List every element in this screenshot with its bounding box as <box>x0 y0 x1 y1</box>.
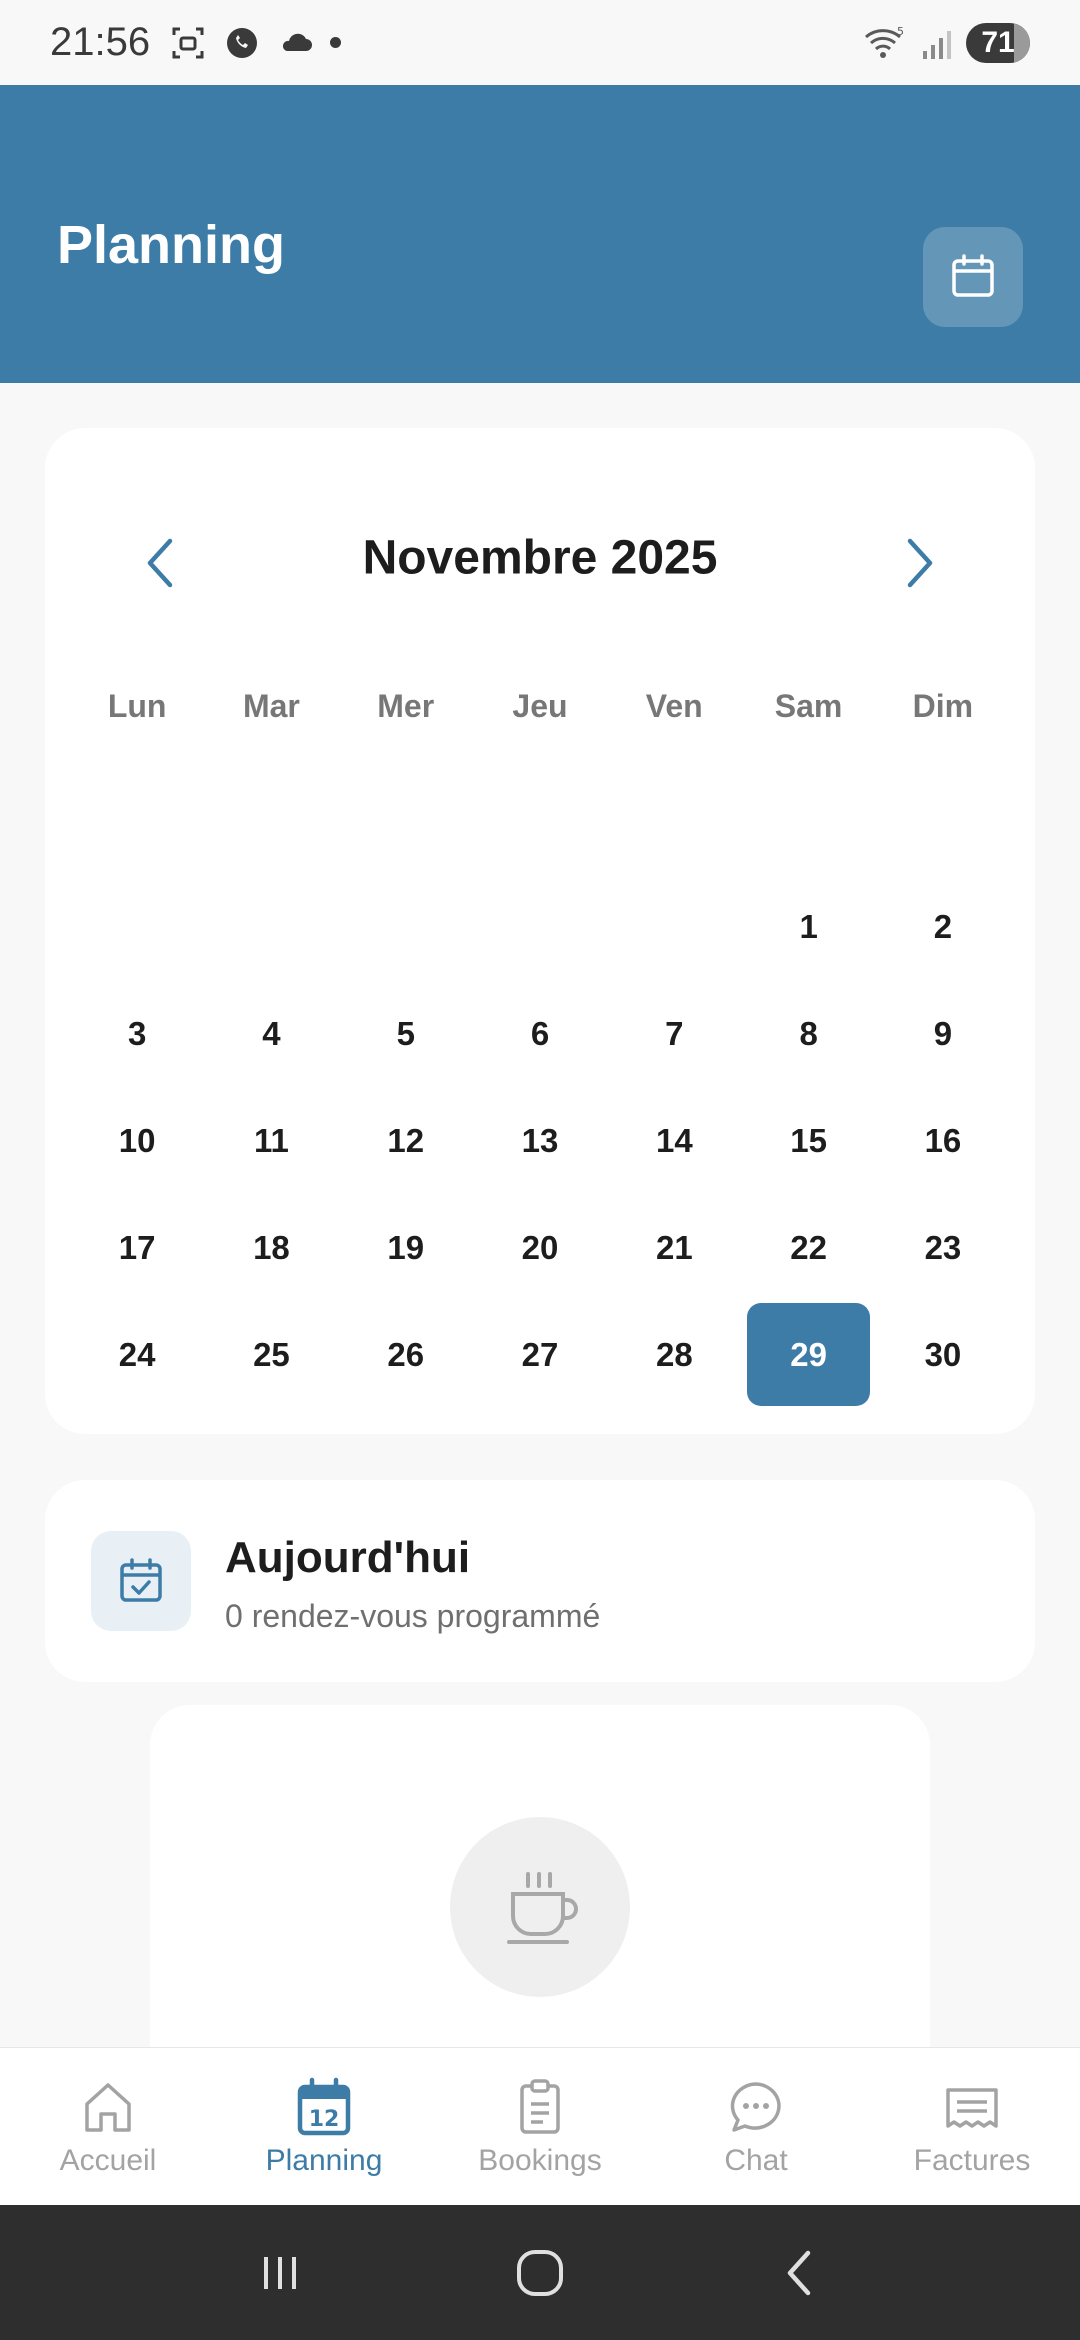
home-button[interactable] <box>500 2233 580 2313</box>
calendar-day[interactable]: 30 <box>882 1303 1004 1406</box>
calendar-day[interactable]: 27 <box>479 1303 601 1406</box>
weekday-label: Dim <box>912 688 974 724</box>
weekday-header: Lun Mar Mer Jeu Ven Sam Dim <box>70 688 1010 725</box>
svg-text:5: 5 <box>897 25 904 38</box>
coffee-cup-icon <box>507 1872 578 1944</box>
app-header: Planning <box>0 85 1080 383</box>
empty-state-illustration <box>450 1817 630 1997</box>
today-appointments-count: 0 rendez-vous programmé <box>225 1598 601 1634</box>
recent-apps-icon <box>264 2256 296 2289</box>
calendar-day-selected[interactable]: 29 <box>747 1303 870 1406</box>
weekday-label: Mer <box>377 688 435 724</box>
weekday-label: Sam <box>774 688 843 724</box>
today-title: Aujourd'hui <box>225 1533 471 1582</box>
cloud-icon <box>283 33 313 51</box>
back-chevron-icon <box>787 2250 811 2295</box>
page-title: Planning <box>57 215 285 275</box>
status-system-icons: 5 71 <box>862 22 1030 63</box>
status-time: 21:56 <box>50 20 151 64</box>
calendar-day[interactable]: 1 <box>747 875 869 978</box>
calendar-day[interactable]: 25 <box>210 1303 332 1406</box>
weekday-label: Ven <box>645 688 703 724</box>
calendar-day[interactable]: 10 <box>76 1089 198 1192</box>
today-summary-card: Aujourd'hui 0 rendez-vous programmé <box>45 1480 1035 1682</box>
empty-state-card <box>150 1705 930 2105</box>
calendar-day[interactable]: 6 <box>479 982 601 1085</box>
recent-apps-button[interactable] <box>240 2233 320 2313</box>
bottom-navigation: Accueil 12 Planning Bookings Chat Factur… <box>0 2047 1080 2205</box>
chevron-right-icon <box>907 538 933 588</box>
calendar-day[interactable]: 8 <box>747 982 869 1085</box>
calendar-day[interactable]: 24 <box>76 1303 198 1406</box>
home-icon <box>85 2082 131 2132</box>
month-navigation: Novembre 2025 <box>45 508 1035 608</box>
calendar-day[interactable]: 26 <box>345 1303 467 1406</box>
calendar-day[interactable]: 14 <box>613 1089 735 1192</box>
nav-item-planning[interactable]: 12 Planning <box>216 2048 432 2205</box>
calendar-12-icon: 12 <box>297 2077 351 2135</box>
screenshot-icon <box>172 27 204 58</box>
calendar-day[interactable]: 20 <box>479 1196 601 1299</box>
calendar-day[interactable]: 12 <box>345 1089 467 1192</box>
days-grid: 1 2 3 4 5 6 7 8 9 10 11 12 13 14 15 16 1… <box>70 873 1010 1408</box>
weekday-label: Lun <box>107 688 167 724</box>
clipboard-icon <box>520 2078 560 2134</box>
calendar-day[interactable]: 19 <box>345 1196 467 1299</box>
svg-text:12: 12 <box>309 2107 340 2132</box>
weekday-label: Mar <box>242 688 300 724</box>
nav-label: Planning <box>265 2143 383 2177</box>
notification-dot-icon <box>330 37 342 48</box>
weekday-label: Jeu <box>512 688 568 724</box>
calendar-day[interactable]: 16 <box>882 1089 1004 1192</box>
status-bar: 21:56 5 71 <box>0 0 1080 85</box>
nav-item-bookings[interactable]: Bookings <box>432 2048 648 2205</box>
calendar-day[interactable]: 13 <box>479 1089 601 1192</box>
calendar-button[interactable] <box>923 227 1023 327</box>
nav-label: Bookings <box>478 2143 602 2177</box>
back-button[interactable] <box>760 2233 840 2313</box>
calendar-icon <box>952 254 994 297</box>
today-icon-box <box>91 1531 191 1631</box>
system-navigation-bar <box>0 2205 1080 2340</box>
whatsapp-icon <box>227 27 258 58</box>
wifi-icon: 5 <box>865 25 904 58</box>
next-month-button[interactable] <box>890 533 950 593</box>
home-circle-icon <box>517 2249 563 2296</box>
nav-label: Factures <box>913 2143 1031 2177</box>
nav-item-factures[interactable]: Factures <box>864 2048 1080 2205</box>
calendar-day[interactable]: 5 <box>345 982 467 1085</box>
calendar-card: Novembre 2025 Lun Mar Mer Jeu Ven Sam Di… <box>45 428 1035 1434</box>
calendar-day[interactable]: 28 <box>613 1303 735 1406</box>
calendar-day[interactable]: 23 <box>882 1196 1004 1299</box>
calendar-day[interactable]: 7 <box>613 982 735 1085</box>
nav-label: Chat <box>724 2143 788 2177</box>
receipt-icon <box>946 2087 998 2128</box>
nav-item-chat[interactable]: Chat <box>648 2048 864 2205</box>
chat-bubble-icon <box>730 2081 781 2132</box>
calendar-day[interactable]: 9 <box>882 982 1004 1085</box>
battery-level: 71 <box>981 25 1015 59</box>
calendar-check-icon <box>120 1558 162 1602</box>
calendar-day[interactable]: 11 <box>210 1089 332 1192</box>
calendar-day[interactable]: 22 <box>747 1196 869 1299</box>
calendar-day[interactable]: 15 <box>747 1089 869 1192</box>
nav-label: Accueil <box>59 2143 157 2177</box>
calendar-day[interactable]: 17 <box>76 1196 198 1299</box>
calendar-day[interactable]: 21 <box>613 1196 735 1299</box>
calendar-day[interactable]: 18 <box>210 1196 332 1299</box>
status-notification-icons <box>168 23 316 63</box>
month-title: Novembre 2025 <box>362 531 718 585</box>
signal-icon <box>923 30 951 59</box>
calendar-day[interactable]: 2 <box>882 875 1004 978</box>
calendar-day[interactable]: 3 <box>76 982 198 1085</box>
battery-indicator: 71 <box>966 22 1030 63</box>
calendar-day[interactable]: 4 <box>210 982 332 1085</box>
nav-item-accueil[interactable]: Accueil <box>0 2048 216 2205</box>
